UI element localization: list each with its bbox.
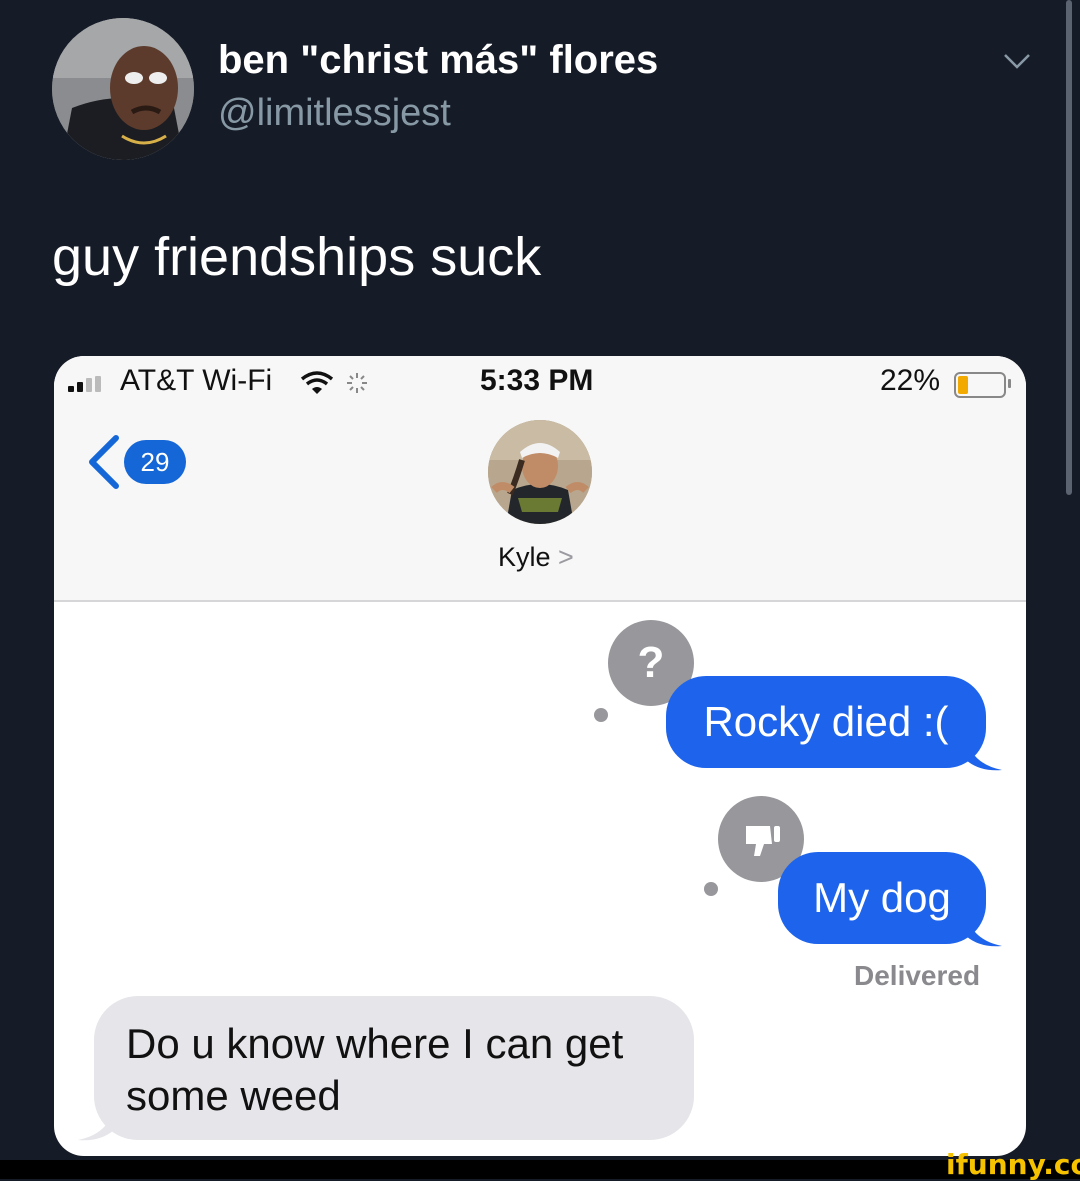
chevron-down-icon[interactable] [1002,50,1032,72]
tweet-text: guy friendships suck [52,227,542,287]
loading-spinner-icon [347,373,367,393]
carrier-label: AT&T Wi-Fi [120,364,273,397]
bubble-tail [966,914,1002,947]
unread-count-badge[interactable]: 29 [124,440,186,484]
contact-name[interactable]: Kyle > [498,542,574,573]
watermark: ifunny.co [946,1148,1080,1181]
conversation-header: AT&T Wi-Fi 5:33 PM 22% 29 Kyle > [54,356,1026,602]
wifi-icon [300,371,334,394]
status-time: 5:33 PM [480,364,594,397]
display-name[interactable]: ben "christ más" flores [218,38,658,83]
contact-photo [488,420,592,524]
chevron-right-icon: > [558,542,574,572]
message-bubble-outgoing[interactable]: My dog [778,852,986,944]
back-chevron-icon[interactable] [84,432,124,492]
avatar[interactable] [52,18,194,160]
bubble-tail [78,1108,114,1141]
message-bubble-incoming[interactable]: Do u know where I can get some weed [94,996,694,1140]
signal-icon [68,376,101,392]
tapback-tail-dot [594,708,608,722]
embedded-screenshot: AT&T Wi-Fi 5:33 PM 22% 29 Kyle > ? Rocky… [54,356,1026,1156]
tweet: ben "christ más" flores @limitlessjest g… [0,0,1080,1160]
battery-level [958,376,968,394]
contact-name-label: Kyle [498,542,551,572]
battery-icon [954,372,1006,398]
message-bubble-outgoing[interactable]: Rocky died :( [666,676,986,768]
bubble-tail [966,738,1002,771]
delivered-status: Delivered [854,960,981,991]
battery-percent: 22% [880,364,941,397]
footer-bar [0,1160,1080,1179]
user-handle[interactable]: @limitlessjest [218,92,451,135]
avatar-image [52,18,194,160]
battery-nub [1008,379,1011,388]
tapback-tail-dot [704,882,718,896]
scrollbar[interactable] [1066,0,1072,495]
contact-avatar[interactable] [488,420,592,524]
